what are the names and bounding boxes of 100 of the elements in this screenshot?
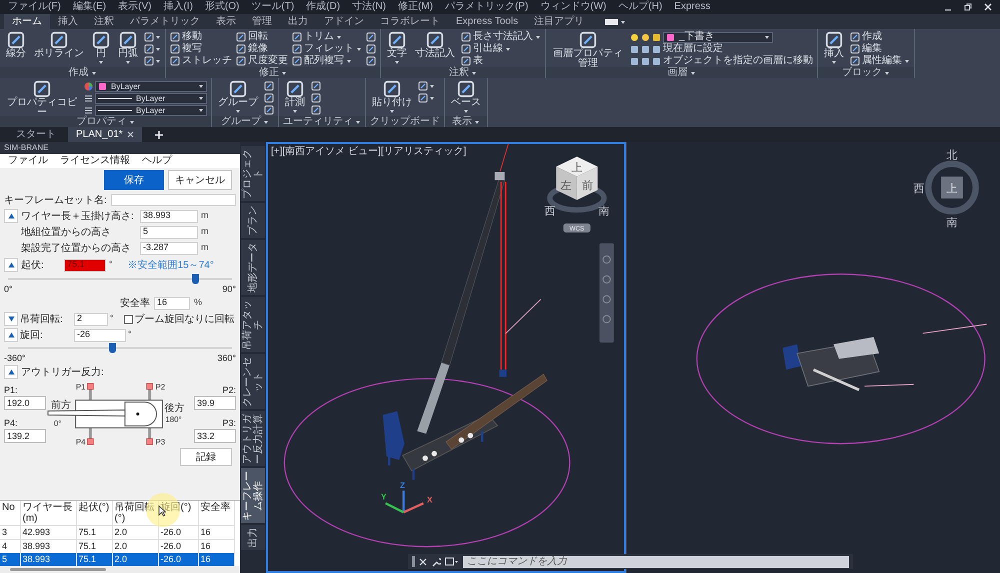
menu-item[interactable]: 編集(E) [72,0,106,14]
ribbon-tab[interactable]: アドイン [316,14,372,29]
ribbon-icon-button[interactable] [144,43,161,55]
close-icon[interactable] [419,558,427,566]
ribbon-icon-button[interactable] [264,104,274,116]
menu-item[interactable]: Express [674,0,710,14]
ribbon-tab[interactable]: 表示 [208,14,244,29]
number-field[interactable]: -26 [74,328,126,342]
ribbon-tab[interactable]: 出力 [280,14,316,29]
number-field[interactable]: 16 [154,296,190,310]
ribbon-icon-button[interactable] [311,80,321,92]
property-dropdown[interactable]: ByLayer [95,104,207,116]
menu-item[interactable]: 表示(V) [118,0,152,14]
side-tab[interactable]: キーフレーム操作 [241,468,265,523]
ribbon-icon-button[interactable] [311,104,321,116]
ribbon-tool-button[interactable]: 作成 [850,31,882,43]
ribbon-tool-button[interactable]: 円弧 [116,31,140,65]
ribbon-tool-button[interactable]: 鏡像 [236,43,268,55]
menu-item[interactable]: ヘルプ(H) [618,0,662,14]
ribbon-icon-button[interactable] [144,31,161,43]
menu-item[interactable]: ツール(T) [251,0,294,14]
ribbon-tab[interactable]: ホーム [4,14,50,29]
ribbon-group-label[interactable]: 画層 [668,67,688,78]
ribbon-group-label[interactable]: 注釈 [449,67,469,78]
ribbon-tool-button[interactable]: 表 [461,55,483,67]
number-field[interactable]: 39.9 [194,396,236,410]
expand-toggle[interactable] [4,209,18,223]
number-field[interactable]: 5 [140,226,198,238]
ribbon-tool-button[interactable]: 編集 [850,43,882,55]
ribbon-tool-button[interactable]: プロパティコピー [4,80,80,118]
navigation-bar[interactable] [599,243,614,343]
ribbon-icon-button[interactable] [264,92,274,104]
ribbon-icon-button[interactable] [366,43,376,55]
ribbon-tool-button[interactable]: 尺度変更 [236,55,288,67]
menu-item[interactable]: ヘルプ [142,154,172,168]
ribbon-tab[interactable]: 注目アプリ [526,14,592,29]
ribbon-tab[interactable]: 管理 [244,14,280,29]
side-tab[interactable]: アウトリガー反力計算 [241,411,265,466]
ribbon-group-label[interactable]: 作成 [68,67,88,78]
slider-thumb[interactable] [192,274,199,284]
menu-item[interactable]: ファイル(F) [8,0,61,14]
ribbon-icon-button[interactable] [311,92,321,104]
layer-dropdown[interactable]: _下書き [663,32,773,42]
table-row[interactable]: 4 38.993 75.1 2.0 -26.0 16 [0,540,234,553]
ribbon-tool-button[interactable]: グループ [216,80,260,114]
ribbon-group-label[interactable]: 修正 [259,67,279,78]
record-button[interactable]: 記録 [180,448,232,466]
ribbon-tab[interactable]: Express Tools [448,14,526,29]
command-prompt-icon[interactable] [445,557,459,566]
ribbon-tool-button[interactable]: ベース [449,80,483,114]
property-dropdown[interactable]: ByLayer [95,80,207,92]
table-row[interactable]: 5 38.993 75.1 2.0 -26.0 16 [0,553,234,566]
ribbon-tool-button[interactable]: 現在層に設定 [663,43,723,55]
ribbon-tool-button[interactable]: ポリライン [32,31,86,59]
lock-icon[interactable] [652,32,661,42]
ribbon-icon-button[interactable] [418,92,435,104]
command-input[interactable]: ここにコマンドを入力 [463,556,849,568]
viewport-label[interactable]: [+][南西アイソメ ビュー][リアリスティック] [271,146,466,157]
ribbon-tool-button[interactable]: 回転 [236,31,268,43]
document-tab[interactable]: スタート [8,127,64,142]
document-tab[interactable]: PLAN_01* [68,127,142,142]
ribbon-tool-button[interactable]: 引出線 [461,43,511,55]
ribbon-tab[interactable]: コラボレート [372,14,448,29]
ribbon-tool-button[interactable]: フィレット [292,43,362,55]
property-dropdown[interactable]: ByLayer [95,92,207,104]
side-tab[interactable]: クレーンセット [241,354,265,409]
restore-icon[interactable] [964,3,972,11]
slider-track[interactable] [8,274,232,284]
side-tab[interactable]: プロジェクト [241,146,265,201]
side-tab[interactable]: 吊荷アタッチ [241,297,265,352]
ribbon-tab[interactable]: パラメトリック [122,14,208,29]
view-cube[interactable]: 上 [925,160,979,214]
ribbon-tool-button[interactable]: ストレッチ [170,55,232,67]
ribbon-tab[interactable]: 挿入 [50,14,86,29]
menu-item[interactable]: 作成(D) [306,0,340,14]
ribbon-tool-button[interactable]: 移動 [170,31,202,43]
expand-toggle[interactable] [4,312,18,326]
menu-item[interactable]: パラメトリック(P) [444,0,528,14]
ribbon-tool-button[interactable]: 文字 [385,31,409,65]
ribbon-icon-button[interactable] [418,80,435,92]
slider-thumb[interactable] [108,343,116,353]
ribbon-tool-button[interactable]: 寸法記入 [413,31,457,59]
ribbon-tool-button[interactable]: 画層プロパティ管理 [550,31,626,69]
table-row[interactable]: 3 42.993 75.1 2.0 -26.0 16 [0,526,234,540]
menu-item[interactable]: ウィンドウ(W) [540,0,606,14]
number-field[interactable]: 2 [74,312,108,326]
close-icon[interactable] [126,131,134,138]
expand-toggle[interactable] [4,328,18,342]
number-field[interactable]: 192.0 [4,396,46,410]
ribbon-tool-button[interactable]: トリム [292,31,342,43]
menu-item[interactable]: 挿入(I) [163,0,193,14]
menu-item[interactable]: 形式(O) [204,0,240,14]
expand-toggle[interactable] [4,365,18,379]
text-field[interactable] [110,194,236,206]
plus-icon[interactable] [154,130,164,140]
wrench-icon[interactable] [431,556,441,566]
ribbon-tool-button[interactable]: 属性編集 [850,55,910,67]
grip-handle[interactable] [412,556,415,567]
side-tab[interactable]: 地形データ [241,240,265,295]
expand-toggle[interactable] [4,258,18,272]
